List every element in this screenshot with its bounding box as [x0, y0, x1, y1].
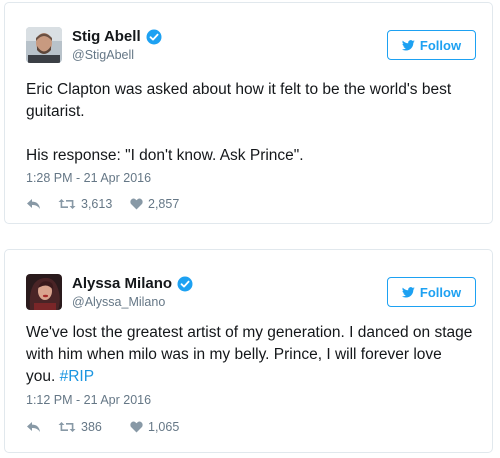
tweet-text: Eric Clapton was asked about how it felt… [26, 79, 474, 167]
retweet-icon [58, 422, 76, 432]
tweet-card: Stig Abell @StigAbell Follow Eric Clapto… [4, 2, 493, 224]
retweet-count: 386 [81, 420, 102, 434]
handle[interactable]: @Alyssa_Milano [72, 295, 165, 309]
reply-button[interactable] [26, 198, 58, 210]
retweet-icon [58, 199, 76, 209]
retweet-button[interactable]: 3,613 [58, 197, 130, 211]
reply-button[interactable] [26, 421, 58, 433]
tweet-paragraph: Eric Clapton was asked about how it felt… [26, 81, 452, 120]
name-row: Alyssa Milano [72, 275, 193, 293]
name-row: Stig Abell [72, 28, 162, 46]
handle[interactable]: @StigAbell [72, 48, 134, 62]
timestamp[interactable]: 1:28 PM - 21 Apr 2016 [26, 171, 151, 185]
tweet-actions: 3,613 2,857 [26, 196, 179, 212]
heart-icon [130, 198, 143, 210]
retweet-count: 3,613 [81, 197, 113, 211]
timestamp[interactable]: 1:12 PM - 21 Apr 2016 [26, 393, 151, 407]
like-count: 2,857 [148, 197, 180, 211]
twitter-bird-icon [401, 286, 415, 298]
avatar[interactable] [26, 27, 62, 63]
follow-label: Follow [419, 37, 462, 53]
tweet-text: We've lost the greatest artist of my gen… [26, 322, 474, 388]
display-name[interactable]: Stig Abell [72, 28, 141, 46]
verified-badge-icon [177, 276, 193, 292]
reply-arrow-icon [27, 422, 40, 432]
tweet-actions: 386 1,065 [26, 419, 179, 435]
follow-label: Follow [419, 284, 462, 300]
verified-badge-icon [146, 29, 162, 45]
like-button[interactable]: 2,857 [130, 197, 179, 211]
display-name[interactable]: Alyssa Milano [72, 275, 172, 293]
tweet-paragraph: We've lost the greatest artist of my gen… [26, 322, 474, 388]
avatar[interactable] [26, 274, 62, 310]
retweet-button[interactable]: 386 [58, 420, 130, 434]
heart-icon [130, 421, 143, 433]
hashtag-link[interactable]: #RIP [60, 368, 94, 385]
follow-button[interactable]: Follow [387, 30, 476, 60]
like-button[interactable]: 1,065 [130, 420, 179, 434]
reply-arrow-icon [27, 199, 40, 209]
like-count: 1,065 [148, 420, 180, 434]
tweet-card: Alyssa Milano @Alyssa_Milano Follow We'v… [4, 249, 493, 453]
tweet-paragraph: His response: "I don't know. Ask Prince"… [26, 147, 304, 164]
twitter-bird-icon [401, 39, 415, 51]
follow-button[interactable]: Follow [387, 277, 476, 307]
